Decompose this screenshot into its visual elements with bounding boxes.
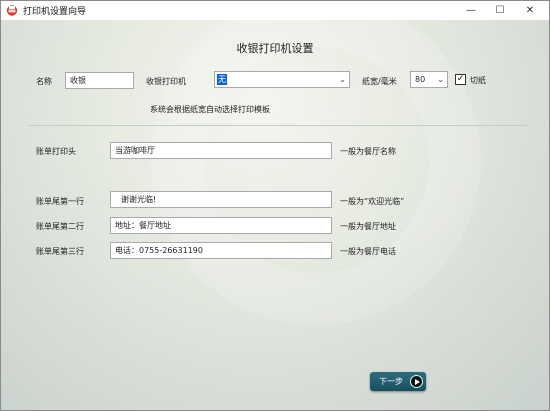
section-divider <box>27 125 527 126</box>
paper-width-select[interactable]: 80 ⌄ <box>410 71 448 88</box>
footer-line-2-field[interactable]: 地址：餐厅地址 <box>110 217 332 234</box>
chevron-down-icon: ⌄ <box>339 75 346 84</box>
cut-paper-label: 切纸 <box>470 76 486 85</box>
footer-line-3-hint: 一般为餐厅电话 <box>340 247 396 256</box>
play-circle-icon <box>410 375 423 388</box>
footer-line-1-hint: 一般为“欢迎光临” <box>340 197 405 206</box>
window-title: 打印机设置向导 <box>23 7 87 17</box>
next-button-label: 下一步 <box>379 377 403 386</box>
paper-width-value: 80 <box>415 75 426 84</box>
footer-line-2-hint: 一般为餐厅地址 <box>340 222 396 231</box>
close-button[interactable]: ✕ <box>515 1 545 20</box>
cut-paper-checkbox[interactable]: ✓ <box>455 74 466 85</box>
title-bar[interactable]: 打印机设置向导 — ☐ ✕ <box>1 1 549 20</box>
printer-select-value: 无 <box>217 74 227 85</box>
printer-setup-window: 打印机设置向导 — ☐ ✕ 收银打印机设置 名称 收银 收银打印机 无 ⌄ 纸宽… <box>0 0 550 411</box>
footer-line-2-label: 账单尾第二行 <box>36 222 84 231</box>
name-field[interactable]: 收银 <box>65 72 134 89</box>
footer-line-3-field[interactable]: 电话：0755-26631190 <box>110 242 332 259</box>
chevron-down-icon: ⌄ <box>437 75 444 84</box>
name-label: 名称 <box>36 77 52 86</box>
receipt-header-label: 账单打印头 <box>36 147 76 156</box>
printer-select[interactable]: 无 ⌄ <box>214 71 350 88</box>
footer-line-3-label: 账单尾第三行 <box>36 247 84 256</box>
minimize-button[interactable]: — <box>456 1 486 20</box>
wizard-panel: 收银打印机设置 名称 收银 收银打印机 无 ⌄ 纸宽/毫米 80 ⌄ ✓ 切纸 … <box>1 20 549 410</box>
next-button[interactable]: 下一步 <box>370 372 426 391</box>
maximize-button[interactable]: ☐ <box>485 1 515 20</box>
footer-line-1-label: 账单尾第一行 <box>36 197 84 206</box>
page-title: 收银打印机设置 <box>236 42 314 55</box>
printer-app-icon <box>6 5 18 16</box>
paper-width-label: 纸宽/毫米 <box>362 77 397 86</box>
footer-line-1-field[interactable]: 谢谢光临! <box>110 191 332 208</box>
receipt-header-hint: 一般为餐厅名称 <box>340 147 396 156</box>
template-hint: 系统会根据纸宽自动选择打印模板 <box>150 105 270 114</box>
receipt-header-field[interactable]: 当游咖啡厅 <box>110 142 332 159</box>
printer-label: 收银打印机 <box>146 77 186 86</box>
